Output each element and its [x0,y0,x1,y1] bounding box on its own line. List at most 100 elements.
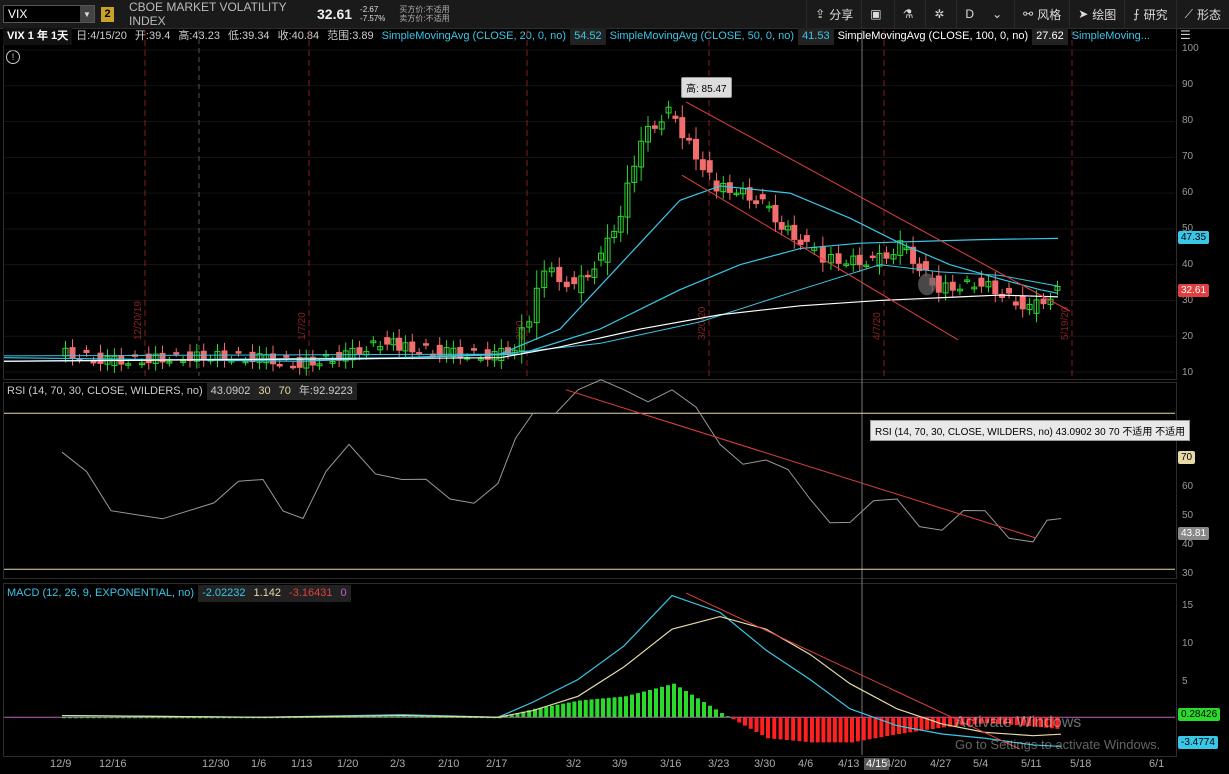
macd-histogram-bar [748,717,753,729]
time-axis-label: 2/3 [390,758,406,770]
macd-histogram-bar [561,703,566,718]
macd-histogram-bar [784,717,789,741]
time-axis-label: 2/17 [486,758,508,770]
candle-body [835,253,842,264]
macd-histogram-bar [648,689,652,718]
macd-histogram-bar [908,717,913,733]
candle-body [563,281,570,288]
macd-histogram-bar [186,717,191,719]
macd-histogram-bar [743,717,747,726]
macd-histogram-bar [832,717,837,743]
macd-histogram-bar [432,716,436,718]
macd-histogram-bar [85,717,90,719]
price-tick: 70 [1182,151,1194,162]
candle-body [672,115,679,119]
chart-canvas: 12/20/19 1/7/20 2/20 3/20/20 4/7/20 5/19/20 [3,30,1175,755]
candle-body [83,349,90,353]
candle-body [883,252,890,259]
macd-tick: 10 [1182,638,1194,649]
price-tick: 10 [1182,367,1194,378]
candle-body [436,344,443,356]
cursor-highlight [918,273,936,296]
candle-body [651,125,658,129]
macd-histogram-bar [109,717,114,719]
time-axis-label: 1/6 [251,758,267,770]
macd-histogram-bar [827,717,832,743]
last-price-tag: 32.61 [1178,284,1210,297]
candle-body [283,355,290,358]
time-axis-label: 4/6 [798,758,814,770]
macd-histogram-bar [902,717,907,734]
price-tick: 60 [1182,187,1194,198]
candle-body [409,341,416,353]
macd-histogram-bar [408,716,412,718]
rsi-tick: 50 [1182,510,1194,521]
macd-histogram-bar [197,717,202,719]
candle-body [69,347,76,359]
time-axis-label: 6/1 [1149,758,1165,770]
price-tick: 20 [1182,331,1194,342]
candle-body [978,277,985,287]
macd-histogram-bar [583,699,588,718]
macd-zero-tag: 0.28426 [1178,708,1221,721]
macd-histogram-bar [861,717,866,741]
macd-histogram-bar [572,701,577,718]
candle-body [935,275,942,293]
macd-histogram-bar [714,709,718,718]
rsi-line [61,379,1062,543]
macd-histogram-bar [180,717,185,719]
price-tick: 100 [1182,43,1199,54]
time-axis-label: 5/11 [1021,758,1042,770]
event-label: 12/20/19 [133,301,144,340]
time-axis-label: 1/13 [291,758,313,770]
macd-histogram-bar [930,717,935,729]
candle-body [1012,301,1019,306]
macd-histogram-bar [67,717,72,719]
macd-histogram-bar [156,717,161,719]
macd-histogram-bar [797,717,802,742]
candle-body [556,266,563,282]
macd-histogram-bar [850,717,854,743]
macd-histogram-bar [606,697,611,718]
rsi-tick: 60 [1182,481,1194,492]
macd-tick: 15 [1182,600,1194,611]
macd-histogram-bar [684,691,688,718]
macd-histogram-bar [162,717,167,719]
macd-histogram-bar [660,686,664,718]
macd-histogram-bar [838,717,843,743]
macd-histogram-bar [79,717,84,719]
macd-histogram-bar [642,691,646,718]
candle-body [706,160,713,173]
macd-histogram-bar [708,705,712,718]
macd-histogram-bar [549,705,554,718]
rsi-tick: 40 [1182,539,1194,550]
macd-histogram-bar [696,698,700,718]
candle-body [759,194,766,200]
macd-histogram-bar [803,717,808,742]
macd-histogram-bar [566,702,571,718]
candle-body [1040,298,1047,305]
macd-histogram-bar [690,694,694,718]
macd-histogram-bar [150,717,155,719]
candle-body [699,159,706,171]
macd-histogram-bar [420,716,424,718]
macd-histogram-bar [678,687,682,718]
rsi-tick: 30 [1182,568,1194,579]
macd-histogram-bar [624,696,628,718]
macd-histogram-bar [402,716,406,718]
candle-body [90,360,97,364]
macd-histogram-bar [654,688,658,718]
candle-body [922,261,929,271]
macd-histogram-bar [544,706,549,718]
macd-histogram-bar [91,717,96,719]
rsi-value-tag: 43.81 [1178,527,1210,540]
time-axis-label: 4/27 [930,758,952,770]
sma-extra-line [3,264,1059,357]
time-axis-label: 3/2 [566,758,582,770]
candle-body [772,205,779,223]
time-axis-label: 4/20 [885,758,907,770]
sma20-line [3,185,1059,362]
macd-histogram-bar [347,716,352,718]
candle-body [384,337,391,345]
macd-histogram-bar [62,717,66,719]
